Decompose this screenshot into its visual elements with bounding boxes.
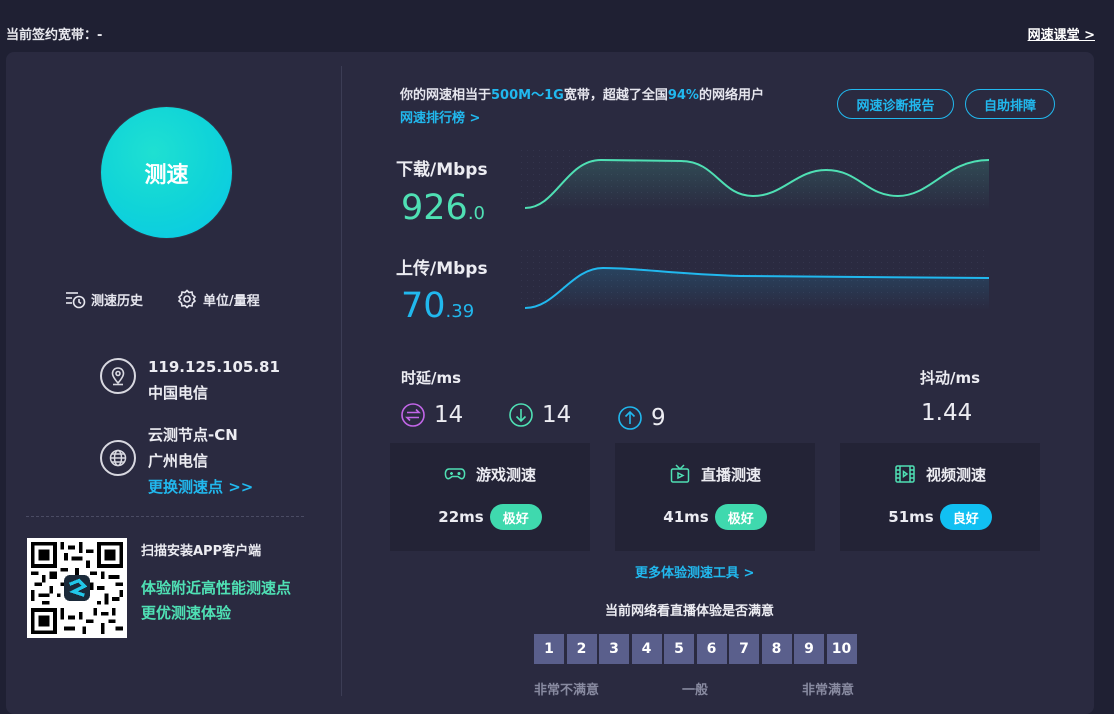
gamepad-icon xyxy=(444,468,466,480)
video-test-badge: 良好 xyxy=(939,504,992,530)
latency-total: 14 xyxy=(400,402,463,428)
latency-label: 时延/ms xyxy=(401,369,462,387)
node-isp: 广州电信 xyxy=(148,452,209,470)
download-value: 926.0 xyxy=(401,188,485,228)
start-speed-test-button[interactable]: 测速 xyxy=(101,107,232,238)
live-test-title: 直播测速 xyxy=(700,465,761,484)
more-tools-link[interactable]: 更多体验测速工具 > xyxy=(635,562,754,581)
unit-range-link[interactable]: 单位/量程 xyxy=(176,288,260,310)
film-icon xyxy=(895,465,915,483)
location-pin-icon xyxy=(100,358,136,394)
game-test-title: 游戏测速 xyxy=(475,465,536,484)
rating-mid-label: 一般 xyxy=(682,683,709,698)
rating-option-1[interactable]: 1 xyxy=(534,634,564,664)
speed-summary: 你的网速相当于500M～1G宽带，超越了全国94%的网络用户 xyxy=(400,84,764,103)
jitter-value: 1.44 xyxy=(921,400,973,426)
rating-option-7[interactable]: 7 xyxy=(729,634,759,664)
upload-value-dec: .39 xyxy=(445,301,475,322)
ip-info: 119.125.105.81 中国电信 xyxy=(100,354,280,406)
latency-up: 9 xyxy=(617,405,666,431)
rating-option-3[interactable]: 3 xyxy=(599,634,629,664)
upload-value-int: 70 xyxy=(401,286,446,326)
main-panel: 测速 测速历史 单位/量程 119.125.105.81 中国电信 云测节点-C… xyxy=(6,52,1094,714)
video-test-title: 视频测速 xyxy=(925,465,986,484)
upload-graph xyxy=(521,250,989,310)
rating-option-2[interactable]: 2 xyxy=(566,634,597,664)
download-value-int: 926 xyxy=(401,188,468,228)
qr-promo-line2: 更优测速体验 xyxy=(141,604,232,622)
rating-option-6[interactable]: 6 xyxy=(696,634,727,664)
game-test-value: 22ms xyxy=(438,508,484,526)
ip-address: 119.125.105.81 xyxy=(148,358,280,376)
game-test-card[interactable]: 游戏测速 22ms 极好 xyxy=(390,443,590,551)
video-test-card[interactable]: 视频测速 51ms 良好 xyxy=(840,443,1040,551)
speed-history-link[interactable]: 测速历史 xyxy=(64,288,143,310)
app-qr-code xyxy=(27,538,127,638)
latency-up-value: 9 xyxy=(651,405,666,431)
qr-title: 扫描安装APP客户端 xyxy=(141,544,262,559)
section-divider xyxy=(26,516,304,517)
rating-low-label: 非常不满意 xyxy=(534,683,600,698)
contract-bandwidth-label: 当前签约宽带：- xyxy=(6,28,103,43)
diagnose-report-button[interactable]: 网速诊断报告 xyxy=(837,89,954,119)
speed-history-label: 测速历史 xyxy=(91,293,144,309)
summary-prefix: 你的网速相当于 xyxy=(400,88,492,103)
summary-bandwidth: 500M～1G xyxy=(491,88,564,103)
download-label: 下载/Mbps xyxy=(396,160,488,180)
node-name: 云测节点-CN xyxy=(148,426,238,444)
latency-down: 14 xyxy=(508,402,571,428)
rating-option-8[interactable]: 8 xyxy=(761,634,792,664)
arrow-down-icon xyxy=(509,403,533,427)
gear-icon xyxy=(177,289,197,309)
jitter-label: 抖动/ms xyxy=(920,369,981,387)
live-test-value: 41ms xyxy=(663,508,709,526)
upload-label: 上传/Mbps xyxy=(396,259,488,279)
vertical-divider xyxy=(341,66,342,696)
rating-option-4[interactable]: 4 xyxy=(631,634,662,664)
latency-down-value: 14 xyxy=(542,402,572,428)
isp-name: 中国电信 xyxy=(148,384,209,402)
swap-arrows-icon xyxy=(401,403,425,427)
live-test-card[interactable]: 直播测速 41ms 极好 xyxy=(615,443,815,551)
change-node-link[interactable]: 更换测速点 >> xyxy=(148,474,253,500)
satisfaction-question: 当前网络看直播体验是否满意 xyxy=(605,604,775,619)
summary-percent: 94% xyxy=(667,88,699,103)
qr-promo: 体验附近高性能测速点 更优测速体验 xyxy=(141,576,291,626)
rating-option-10[interactable]: 10 xyxy=(826,634,857,664)
globe-icon xyxy=(100,440,136,476)
summary-suffix: 的网络用户 xyxy=(698,88,764,103)
live-test-badge: 极好 xyxy=(714,504,767,530)
summary-middle: 宽带，超越了全国 xyxy=(563,88,668,103)
rating-option-9[interactable]: 9 xyxy=(794,634,824,664)
node-info: 云测节点-CN 广州电信 更换测速点 >> xyxy=(100,422,253,500)
latency-total-value: 14 xyxy=(434,402,464,428)
history-icon xyxy=(66,292,86,309)
rating-high-label: 非常满意 xyxy=(802,683,855,698)
satisfaction-rating: 1 2 3 4 5 6 7 8 9 10 xyxy=(534,634,859,664)
tv-icon xyxy=(670,464,690,483)
unit-range-label: 单位/量程 xyxy=(203,293,260,309)
self-troubleshoot-button[interactable]: 自助排障 xyxy=(965,89,1055,119)
speed-classroom-link[interactable]: 网速课堂 > xyxy=(1028,24,1095,43)
game-test-badge: 极好 xyxy=(489,504,542,530)
video-test-value: 51ms xyxy=(888,508,934,526)
qr-promo-line1: 体验附近高性能测速点 xyxy=(141,579,292,597)
upload-value: 70.39 xyxy=(401,286,474,326)
download-graph xyxy=(521,150,989,210)
speed-ranking-link[interactable]: 网速排行榜 > xyxy=(400,107,480,126)
rating-option-5[interactable]: 5 xyxy=(664,634,694,664)
top-bar: 当前签约宽带：- 网速课堂 > xyxy=(0,0,1114,52)
arrow-up-icon xyxy=(618,406,642,430)
download-value-dec: .0 xyxy=(467,203,485,224)
